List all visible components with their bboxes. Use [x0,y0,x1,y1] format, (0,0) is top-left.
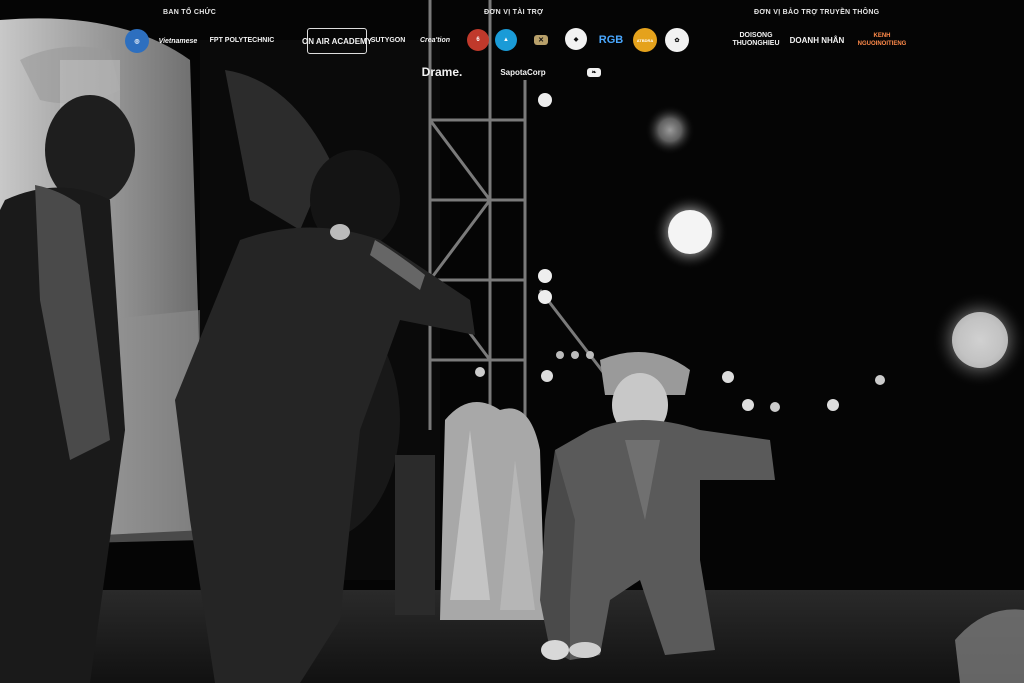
sponsor-banner: BAN TỔ CHỨC ◎ Vietnamese FPT POLYTECHNIC… [0,0,1024,90]
organizer-logo-1: ◎ [124,28,150,54]
sponsor-logo-rgb: RGB [598,34,624,46]
sponsor-logo-sapota: SapotaCorp [500,67,546,77]
sponsors-title: ĐƠN VỊ TÀI TRỢ [484,9,544,16]
sponsor-logo-drame: Drame. [421,65,463,79]
sponsor-logo-circle: ✿ [664,27,690,53]
media-title: ĐƠN VỊ BẢO TRỢ TRUYỀN THÔNG [754,9,880,16]
sponsor-logo-x: ✕ [526,28,556,52]
media-logo-kenh: KENH NGUOINOITIENG [857,33,907,47]
sponsor-logo-sutygon: SUTYGON [370,36,406,44]
sponsor-logo-small: ❧ [574,61,614,83]
globe-icon: ◎ [125,29,149,53]
sponsor-logo-diamond: ◆ [562,26,590,52]
stage-photo [0,0,1024,683]
sponsor-logo-creation: Crea'tion [419,36,451,44]
sponsor-logo-triangle: ▲ [494,28,518,52]
sponsor-logo-atbdra: ATBDRA [632,27,658,53]
media-logo-doisong: DOISONG THUONGHIEU [732,32,780,47]
organizers-title: BAN TỔ CHỨC [163,9,217,16]
organizer-logo-fpt: FPT POLYTECHNIC [209,36,275,44]
organizer-logo-vietnamese: Vietnamese [158,37,198,45]
sponsor-logo-6: 6 [466,28,490,52]
media-logo-doanhnhan: DOANH NHÂN [789,35,845,45]
sponsor-logo-onair: ON AIR ACADEMY [302,28,372,54]
